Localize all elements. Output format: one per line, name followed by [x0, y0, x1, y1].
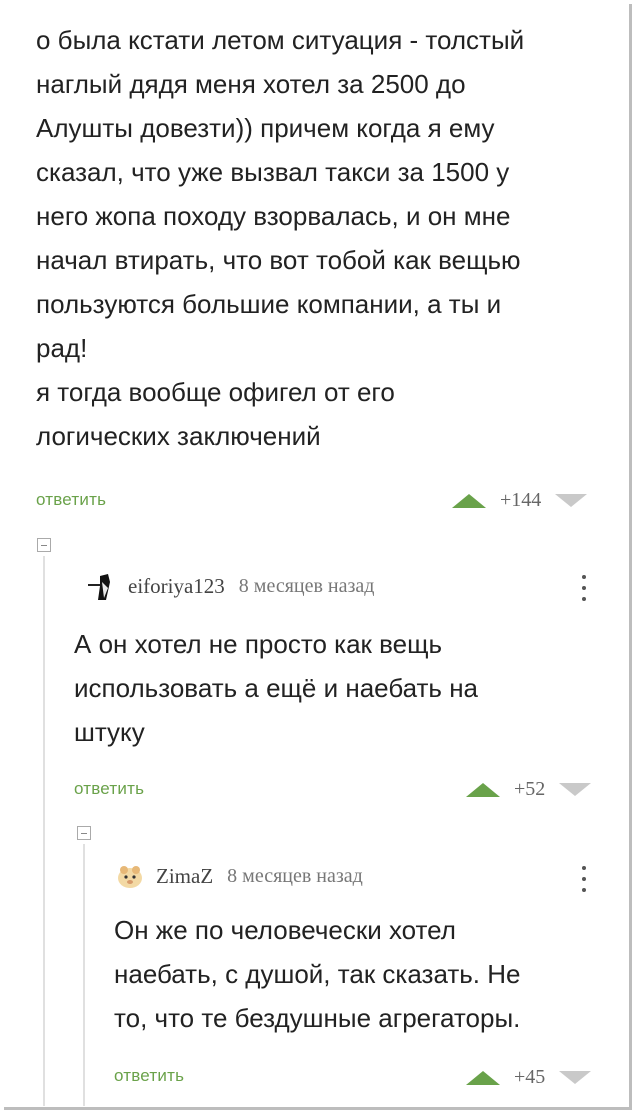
collapse-thread-icon[interactable] [37, 538, 51, 552]
comment-2-header: eiforiya123 8 месяцев назад [88, 572, 374, 600]
avatar[interactable] [116, 862, 144, 890]
timestamp: 8 месяцев назад [227, 864, 363, 887]
comment-3-body: Он же по человечески хотел наебать, с ду… [114, 908, 614, 1040]
comment-line: я тогда вообще офигел от его [36, 377, 395, 407]
comment-line: наглый дядя меня хотел за 2500 до [36, 69, 466, 99]
score: +144 [500, 489, 542, 511]
comment-1-body: о была кстати летом ситуация - толстый н… [36, 18, 611, 458]
comment-line: Алушты довезти)) причем когда я ему [36, 113, 495, 143]
comment-1-actions: ответить [36, 487, 106, 513]
avatar[interactable] [88, 572, 116, 600]
more-options-icon[interactable] [581, 575, 587, 601]
reply-button[interactable]: ответить [36, 490, 106, 510]
comment-1-votes: +144 [452, 489, 588, 512]
timestamp: 8 месяцев назад [238, 574, 375, 597]
score: +52 [514, 778, 546, 800]
downvote-icon[interactable] [559, 783, 592, 796]
upvote-icon[interactable] [466, 1070, 500, 1085]
comment-line: логических заключений [36, 421, 321, 451]
comment-line: рад! [36, 333, 88, 363]
comment-3-actions: ответить [114, 1063, 184, 1089]
thread-line [43, 556, 45, 1106]
reply-button[interactable]: ответить [74, 779, 144, 799]
hamster-avatar-icon [118, 866, 142, 888]
downvote-icon[interactable] [555, 494, 588, 507]
comment-line: сказал, что уже вызвал такси за 1500 у [36, 157, 510, 187]
username[interactable]: ZimaZ [156, 864, 213, 889]
reply-button[interactable]: ответить [114, 1066, 184, 1086]
comment-line: наебать, с душой, так сказать. Не [114, 959, 521, 989]
thread-line [83, 844, 85, 1106]
comment-line: о была кстати летом ситуация - толстый [36, 25, 525, 55]
comment-3-header: ZimaZ 8 месяцев назад [116, 862, 363, 890]
user-silhouette-icon [88, 574, 110, 600]
comment-line: него жопа походу взорвалась, и он мне [36, 201, 511, 231]
username[interactable]: eiforiya123 [128, 574, 225, 599]
comment-line: Он же по человечески хотел [114, 915, 456, 945]
downvote-icon[interactable] [559, 1071, 592, 1084]
comment-2-body: А он хотел не просто как вещь использова… [74, 622, 604, 754]
comment-line: А он хотел не просто как вещь [74, 629, 443, 659]
score: +45 [514, 1066, 546, 1088]
comment-3-votes: +45 [466, 1066, 592, 1089]
collapse-thread-icon[interactable] [77, 826, 91, 840]
comment-2-actions: ответить [74, 776, 144, 802]
comment-2-votes: +52 [466, 778, 592, 801]
comment-line: использовать а ещё и наебать на [74, 673, 479, 703]
comment-line: пользуются большие компании, а ты и [36, 289, 502, 319]
upvote-icon[interactable] [452, 493, 486, 508]
comment-line: штуку [74, 717, 145, 747]
upvote-icon[interactable] [466, 782, 500, 797]
more-options-icon[interactable] [581, 866, 587, 892]
comment-line: начал втирать, что вот тобой как вещью [36, 245, 521, 275]
comment-line: то, что те бездушные агрегаторы. [114, 1003, 521, 1033]
